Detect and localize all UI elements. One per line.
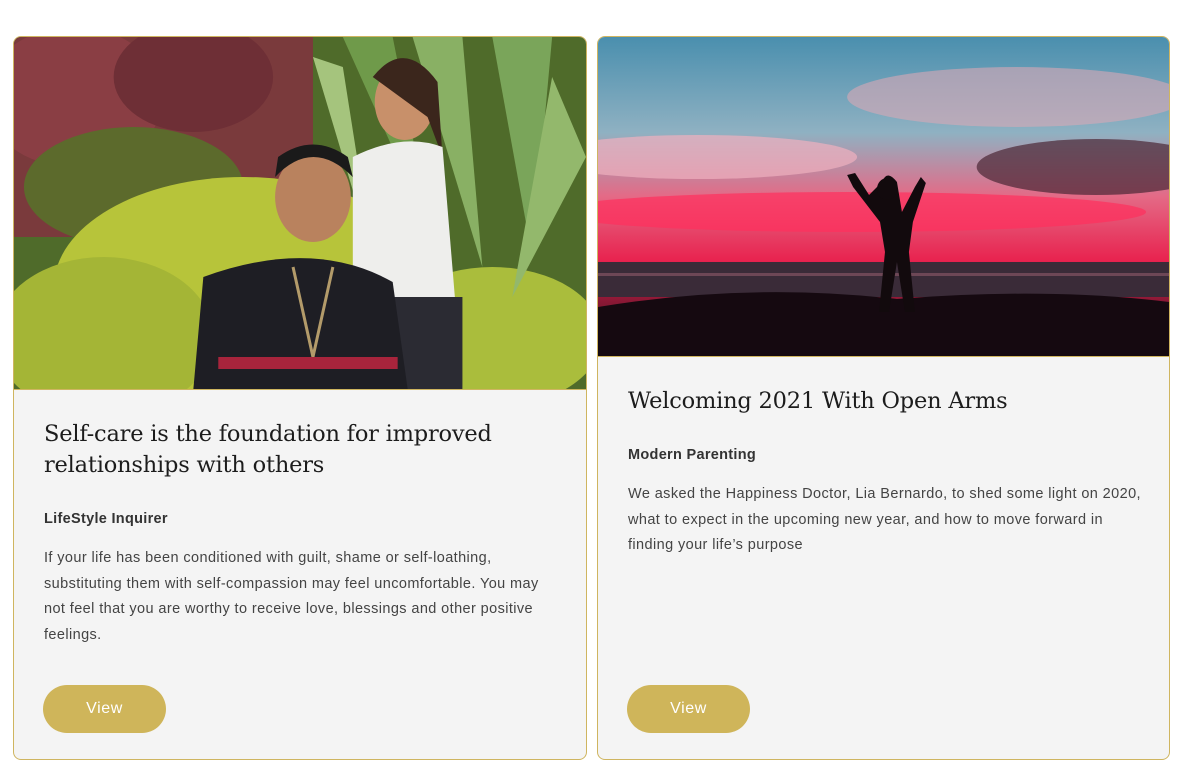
article-card: Self-care is the foundation for improved… xyxy=(13,36,587,760)
article-photo-sunset[interactable] xyxy=(598,37,1169,356)
article-card: Welcoming 2021 With Open Arms Modern Par… xyxy=(597,36,1170,760)
article-source: Modern Parenting xyxy=(628,447,757,463)
photo-divider xyxy=(14,389,586,390)
article-title[interactable]: Welcoming 2021 With Open Arms xyxy=(628,386,1139,417)
photo-divider xyxy=(598,356,1169,357)
article-photo-garden[interactable] xyxy=(14,37,586,389)
article-excerpt: If your life has been conditioned with g… xyxy=(44,550,539,643)
view-button[interactable]: View xyxy=(627,685,750,733)
article-title[interactable]: Self-care is the foundation for improved… xyxy=(44,419,556,481)
article-source: LifeStyle Inquirer xyxy=(44,511,168,527)
view-button[interactable]: View xyxy=(43,685,166,733)
article-excerpt: We asked the Happiness Doctor, Lia Berna… xyxy=(628,486,1141,553)
